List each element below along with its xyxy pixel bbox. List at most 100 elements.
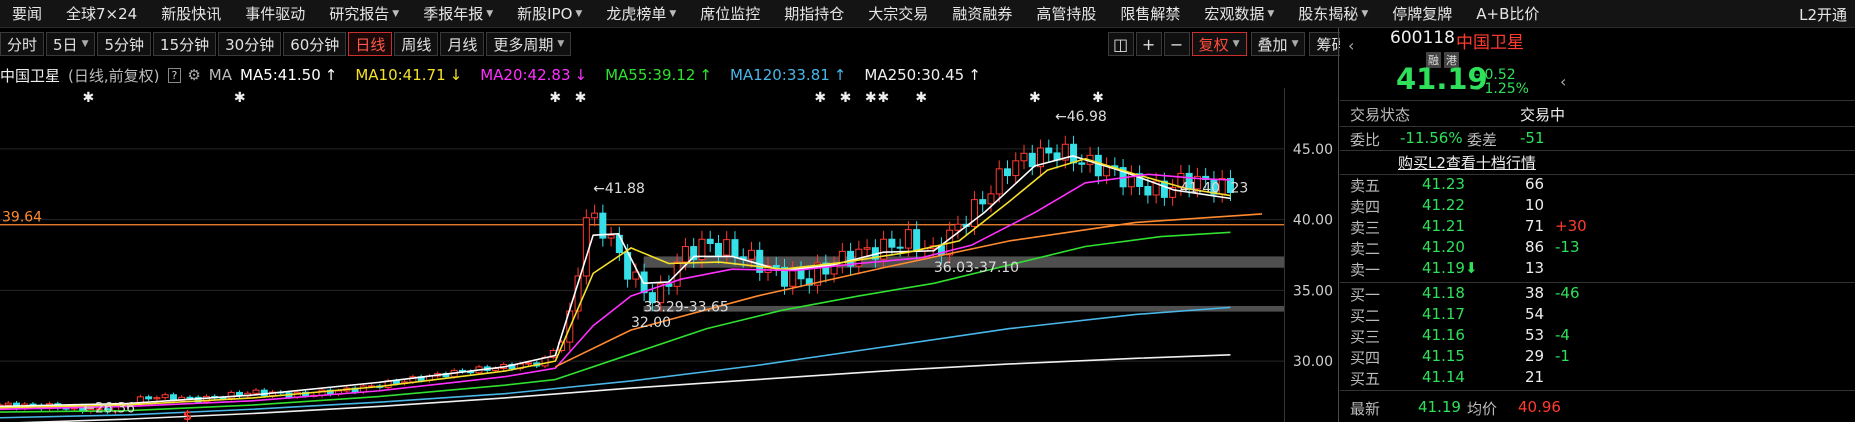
book-price: 41.22 — [1422, 196, 1465, 214]
last-price: 41.19 — [1396, 62, 1488, 96]
menu-item[interactable]: 新股IPO ▼ — [505, 0, 594, 27]
menu-item[interactable]: 要闻 — [0, 0, 54, 27]
stock-name-label: 中国卫星 — [0, 66, 61, 85]
period-button[interactable]: 5日 ▼ — [46, 32, 96, 56]
quote-panel: ‹ ‹ 600118 中国卫星 融港 41.19 - 0.52 - 1.25% … — [1340, 28, 1855, 422]
ma-value: MA10:41.71 ↓ — [355, 66, 470, 84]
kline-chart[interactable]: 45.00 40.00 35.00 30.00 39.64 ←26.36 ←41.88 ←46… — [0, 88, 1338, 422]
y-axis-border — [1284, 88, 1285, 422]
menu-item[interactable]: 大宗交易 — [856, 0, 940, 27]
buy-l2-link[interactable]: 购买L2查看十档行情 — [1398, 152, 1536, 173]
menu-item[interactable]: 事件驱动 — [233, 0, 317, 27]
candle-body — [995, 168, 1003, 195]
book-price: 41.15 — [1422, 347, 1465, 365]
panel-separator — [1338, 28, 1339, 422]
period-button[interactable]: 日线 — [348, 32, 393, 56]
period-label: 5分钟 — [104, 35, 145, 54]
menu-item-label: 高管持股 — [1036, 5, 1097, 23]
candle-body — [954, 223, 962, 231]
book-change: +30 — [1555, 217, 1587, 235]
period-button[interactable]: 周线 — [394, 32, 439, 56]
menu-item[interactable]: 融资融券 — [940, 0, 1024, 27]
ask-row[interactable]: 卖一 41.19⬇ 13 — [1340, 259, 1855, 279]
bid-row[interactable]: 买四 41.15 29 -1 — [1340, 347, 1855, 367]
candle-body — [681, 246, 689, 263]
expand-arrow-icon[interactable]: ‹ — [1560, 72, 1566, 91]
menu-item-label: 要闻 — [12, 5, 43, 23]
ask-row[interactable]: 卖四 41.22 10 — [1340, 196, 1855, 216]
zoom-out-icon[interactable]: − — [1163, 32, 1190, 56]
menu-item[interactable]: 新股快讯 — [149, 0, 233, 27]
ma-arrow-icon: ↓ — [449, 66, 463, 84]
tool-button-label: 复权 — [1198, 35, 1229, 54]
zoom-in-icon[interactable]: + — [1135, 32, 1162, 56]
book-price: 41.21 — [1422, 217, 1465, 235]
book-level-label: 买四 — [1350, 349, 1381, 367]
menu-item-label: 龙虎榜单 — [606, 5, 667, 23]
menu-item[interactable]: 龙虎榜单 ▼ — [594, 0, 688, 27]
candle-body — [252, 389, 260, 394]
lock-icon[interactable]: ◫ — [1107, 32, 1134, 56]
candle-body — [525, 362, 533, 365]
candle-body — [640, 271, 648, 294]
period-button[interactable]: 分时 — [0, 32, 45, 56]
tool-button[interactable]: 叠加 ▼ — [1250, 32, 1306, 56]
ask-row[interactable]: 卖三 41.21 71 +30 — [1340, 217, 1855, 237]
help-icon[interactable]: ? — [167, 67, 182, 83]
menu-item[interactable]: A+B比价 — [1464, 0, 1551, 27]
avg-label: 均价 — [1467, 400, 1498, 418]
menu-item[interactable]: 研究报告 ▼ — [317, 0, 411, 27]
last-value: 41.19 — [1418, 398, 1461, 416]
ma-value: MA120:33.81 ↑ — [730, 66, 854, 84]
book-change: -4 — [1555, 326, 1570, 344]
book-level-label: 买五 — [1350, 370, 1381, 388]
book-volume: 86 — [1525, 238, 1545, 256]
menu-item[interactable]: 股东揭秘 ▼ — [1286, 0, 1380, 27]
wc-label: 委差 — [1467, 131, 1498, 149]
period-button[interactable]: 15分钟 — [153, 32, 217, 56]
candle-body — [789, 269, 797, 287]
menu-item[interactable]: 停牌复牌 — [1380, 0, 1464, 27]
menu-item[interactable]: 季报年报 ▼ — [411, 0, 505, 27]
menu-item-label: 限售解禁 — [1120, 5, 1181, 23]
l2-open-link[interactable]: L2开通 — [1799, 0, 1847, 27]
menu-item[interactable]: 席位监控 — [688, 0, 772, 27]
book-volume: 13 — [1525, 259, 1545, 277]
menu-item[interactable]: 宏观数据 ▼ — [1192, 0, 1286, 27]
dividend-marker-icon: $ — [183, 409, 192, 422]
period-button[interactable]: 月线 — [440, 32, 485, 56]
period-button[interactable]: 60分钟 — [283, 32, 347, 56]
top-menu-bar: 要闻 全球7×24 新股快讯 事件驱动 研究报告 ▼ 季报年报 ▼ 新股IPO ▼ 龙虎榜单 ▼ 席位监… — [0, 0, 1855, 28]
caret-down-icon: ▼ — [669, 8, 677, 19]
bid-row[interactable]: 买五 41.14 21 — [1340, 368, 1855, 388]
period-label: 5日 — [53, 35, 78, 54]
period-button[interactable]: 更多周期 ▼ — [486, 32, 572, 56]
menu-item[interactable]: 高管持股 — [1024, 0, 1108, 27]
candle-body — [797, 269, 805, 280]
period-button[interactable]: 30分钟 — [218, 32, 282, 56]
menu-item[interactable]: 限售解禁 — [1108, 0, 1192, 27]
price-level-label: 39.64 — [2, 210, 42, 226]
tool-button[interactable]: 复权 ▼ — [1191, 32, 1247, 56]
period-button[interactable]: 5分钟 — [97, 32, 152, 56]
stock-code: 600118 — [1390, 28, 1455, 48]
book-price: 41.23 — [1422, 175, 1465, 193]
event-marker-icon: ✱ — [878, 90, 890, 106]
settings-gear-icon[interactable]: ⚙ — [187, 66, 200, 84]
ask-row[interactable]: 卖二 41.20 86 -13 — [1340, 238, 1855, 258]
book-volume: 66 — [1525, 175, 1545, 193]
price-annotation: ←41.88 — [593, 181, 645, 197]
ask-row[interactable]: 卖五 41.23 66 — [1340, 175, 1855, 195]
ma-value: MA250:30.45 ↑ — [864, 66, 988, 84]
bid-row[interactable]: 买二 41.17 54 — [1340, 305, 1855, 325]
event-marker-icon: ✱ — [840, 90, 852, 106]
book-volume: 71 — [1525, 217, 1545, 235]
collapse-arrow-icon[interactable]: ‹ — [1348, 36, 1354, 55]
menu-item[interactable]: 期指持仓 — [772, 0, 856, 27]
bid-row[interactable]: 买三 41.16 53 -4 — [1340, 326, 1855, 346]
menu-item[interactable]: 全球7×24 — [54, 0, 149, 27]
book-level-label: 卖二 — [1350, 240, 1381, 258]
bid-row[interactable]: 买一 41.18 38 -46 — [1340, 284, 1855, 304]
chart-mode-label: (日线,前复权) — [68, 66, 160, 85]
menu-item-label: A+B比价 — [1476, 5, 1540, 23]
